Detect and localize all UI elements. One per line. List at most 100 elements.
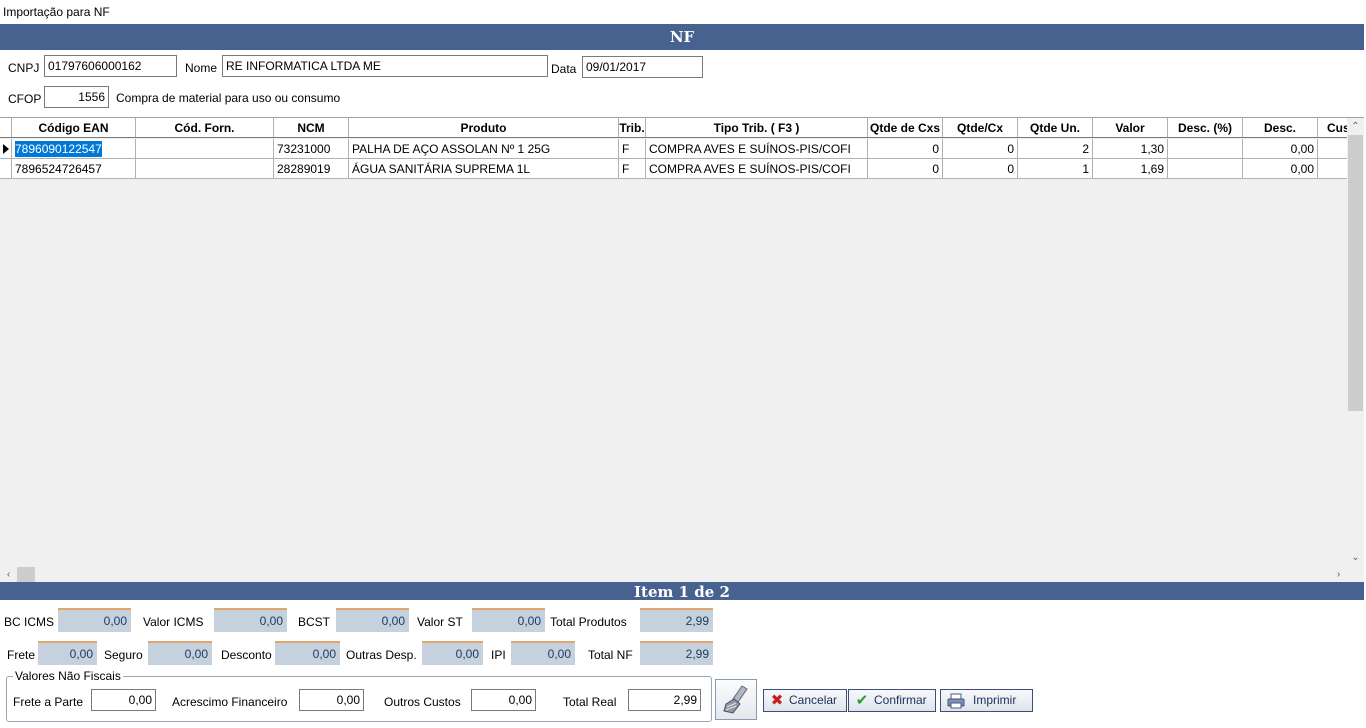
col-header-codigo-ean[interactable]: Código EAN — [12, 118, 136, 137]
cell-trib[interactable]: F — [619, 139, 646, 159]
bc-icms-value: 0,00 — [58, 608, 131, 632]
col-header-qtde-cxs[interactable]: Qtde de Cxs — [868, 118, 943, 137]
nome-field[interactable]: RE INFORMATICA LTDA ME — [222, 55, 548, 77]
data-label: Data — [551, 62, 577, 76]
col-header-qtde-cx[interactable]: Qtde/Cx — [943, 118, 1018, 137]
col-header-custo[interactable]: Cus — [1318, 118, 1347, 137]
total-real-field[interactable]: 2,99 — [628, 689, 701, 711]
cell-desc[interactable]: 0,00 — [1243, 139, 1318, 159]
seguro-value: 0,00 — [148, 641, 212, 665]
confirmar-label: Confirmar — [874, 693, 927, 707]
broom-icon — [723, 685, 748, 714]
table-row[interactable]: 7896090122547 73231000 PALHA DE AÇO ASSO… — [0, 139, 1347, 159]
col-header-ncm[interactable]: NCM — [274, 118, 349, 137]
bcst-label: BCST — [298, 615, 331, 629]
cnpj-field[interactable]: 01797606000162 — [44, 55, 177, 77]
frete-parte-field[interactable]: 0,00 — [91, 689, 156, 711]
scroll-down-icon[interactable]: ⌄ — [1347, 549, 1364, 566]
cell-valor[interactable]: 1,69 — [1093, 159, 1168, 179]
cell-produto[interactable]: ÁGUA SANITÁRIA SUPREMA 1L — [349, 159, 619, 179]
cell-codigo-ean: 7896090122547 — [15, 141, 102, 157]
cell-desc-pct[interactable] — [1168, 159, 1243, 179]
total-nf-value: 2,99 — [640, 641, 713, 665]
vertical-scroll-thumb[interactable] — [1348, 135, 1363, 411]
cell-valor[interactable]: 1,30 — [1093, 139, 1168, 159]
bcst-value: 0,00 — [336, 608, 409, 632]
col-header-cod-forn[interactable]: Cód. Forn. — [136, 118, 274, 137]
cancelar-button[interactable]: ✖ Cancelar — [763, 689, 847, 712]
valor-st-label: Valor ST — [417, 615, 463, 629]
cell-cod-forn[interactable] — [136, 159, 274, 179]
cell-qtde-un[interactable]: 1 — [1018, 159, 1093, 179]
total-nf-label: Total NF — [588, 648, 633, 662]
cfop-description: Compra de material para uso ou consumo — [116, 91, 341, 105]
col-header-desc[interactable]: Desc. — [1243, 118, 1318, 137]
cell-trib[interactable]: F — [619, 159, 646, 179]
outras-desp-label: Outras Desp. — [346, 648, 417, 662]
table-row[interactable]: 7896524726457 28289019 ÁGUA SANITÁRIA SU… — [0, 159, 1347, 179]
desconto-label: Desconto — [221, 648, 272, 662]
grid-vertical-scrollbar[interactable]: ⌃ ⌄ — [1347, 118, 1364, 566]
frete-parte-label: Frete a Parte — [13, 695, 84, 709]
col-header-qtde-un[interactable]: Qtde Un. — [1018, 118, 1093, 137]
confirmar-button[interactable]: ✔ Confirmar — [848, 689, 936, 712]
col-header-produto[interactable]: Produto — [349, 118, 619, 137]
grid-horizontal-scrollbar[interactable]: ‹ › — [0, 566, 1347, 583]
desconto-value: 0,00 — [275, 641, 340, 665]
imprimir-button[interactable]: Imprimir — [940, 689, 1033, 712]
horizontal-scroll-thumb[interactable] — [17, 567, 35, 582]
check-icon: ✔ — [855, 692, 869, 709]
cell-tipo-trib[interactable]: COMPRA AVES E SUÍNOS-PIS/COFI — [646, 139, 868, 159]
valor-st-value: 0,00 — [472, 608, 545, 632]
ipi-value: 0,00 — [511, 641, 575, 665]
total-produtos-value: 2,99 — [640, 608, 713, 632]
cell-cod-forn[interactable] — [136, 139, 274, 159]
cell-custo[interactable] — [1318, 139, 1347, 159]
scroll-left-icon[interactable]: ‹ — [0, 566, 17, 583]
row-indicator-icon — [0, 139, 12, 159]
col-header-trib[interactable]: Trib. — [619, 118, 646, 137]
bc-icms-label: BC ICMS — [4, 615, 55, 629]
nf-header-band: NF — [0, 24, 1364, 50]
seguro-label: Seguro — [104, 648, 143, 662]
cell-desc-pct[interactable] — [1168, 139, 1243, 159]
outras-desp-value: 0,00 — [422, 641, 483, 665]
col-header-valor[interactable]: Valor — [1093, 118, 1168, 137]
cell-desc[interactable]: 0,00 — [1243, 159, 1318, 179]
frete-label: Frete — [7, 648, 36, 662]
clear-button[interactable] — [715, 679, 757, 720]
cell-qtde-un[interactable]: 2 — [1018, 139, 1093, 159]
cell-qtde-cx[interactable]: 0 — [943, 159, 1018, 179]
item-counter-band: Item 1 de 2 — [0, 582, 1364, 601]
row-indicator — [0, 159, 12, 179]
cell-tipo-trib[interactable]: COMPRA AVES E SUÍNOS-PIS/COFI — [646, 159, 868, 179]
acrescimo-label: Acrescimo Financeiro — [172, 695, 288, 709]
outros-custos-field[interactable]: 0,00 — [471, 689, 536, 711]
data-field[interactable]: 09/01/2017 — [582, 56, 703, 78]
outros-custos-label: Outros Custos — [384, 695, 461, 709]
imprimir-label: Imprimir — [973, 693, 1017, 707]
cell-ncm[interactable]: 28289019 — [274, 159, 349, 179]
cell-qtde-cxs[interactable]: 0 — [868, 159, 943, 179]
window-title-bar: Importação para NF — [0, 0, 1366, 23]
items-grid[interactable]: Código EAN Cód. Forn. NCM Produto Trib. … — [0, 117, 1364, 583]
cell-codigo-ean[interactable]: 7896524726457 — [12, 159, 136, 179]
printer-icon — [947, 693, 965, 709]
acrescimo-field[interactable]: 0,00 — [299, 689, 364, 711]
cell-qtde-cx[interactable]: 0 — [943, 139, 1018, 159]
ipi-label: IPI — [491, 648, 506, 662]
frete-value: 0,00 — [38, 641, 97, 665]
col-header-desc-pct[interactable]: Desc. (%) — [1168, 118, 1243, 137]
cell-ncm[interactable]: 73231000 — [274, 139, 349, 159]
cell-custo[interactable] — [1318, 159, 1347, 179]
cancelar-label: Cancelar — [789, 693, 838, 707]
cfop-label: CFOP — [8, 92, 42, 106]
col-header-tipo-trib[interactable]: Tipo Trib. ( F3 ) — [646, 118, 868, 137]
cfop-field[interactable]: 1556 — [44, 86, 109, 108]
cell-produto[interactable]: PALHA DE AÇO ASSOLAN Nº 1 25G — [349, 139, 619, 159]
total-produtos-label: Total Produtos — [550, 615, 627, 629]
scroll-up-icon[interactable]: ⌃ — [1347, 118, 1364, 135]
cell-qtde-cxs[interactable]: 0 — [868, 139, 943, 159]
scroll-right-icon[interactable]: › — [1330, 566, 1347, 583]
nome-label: Nome — [185, 61, 218, 75]
